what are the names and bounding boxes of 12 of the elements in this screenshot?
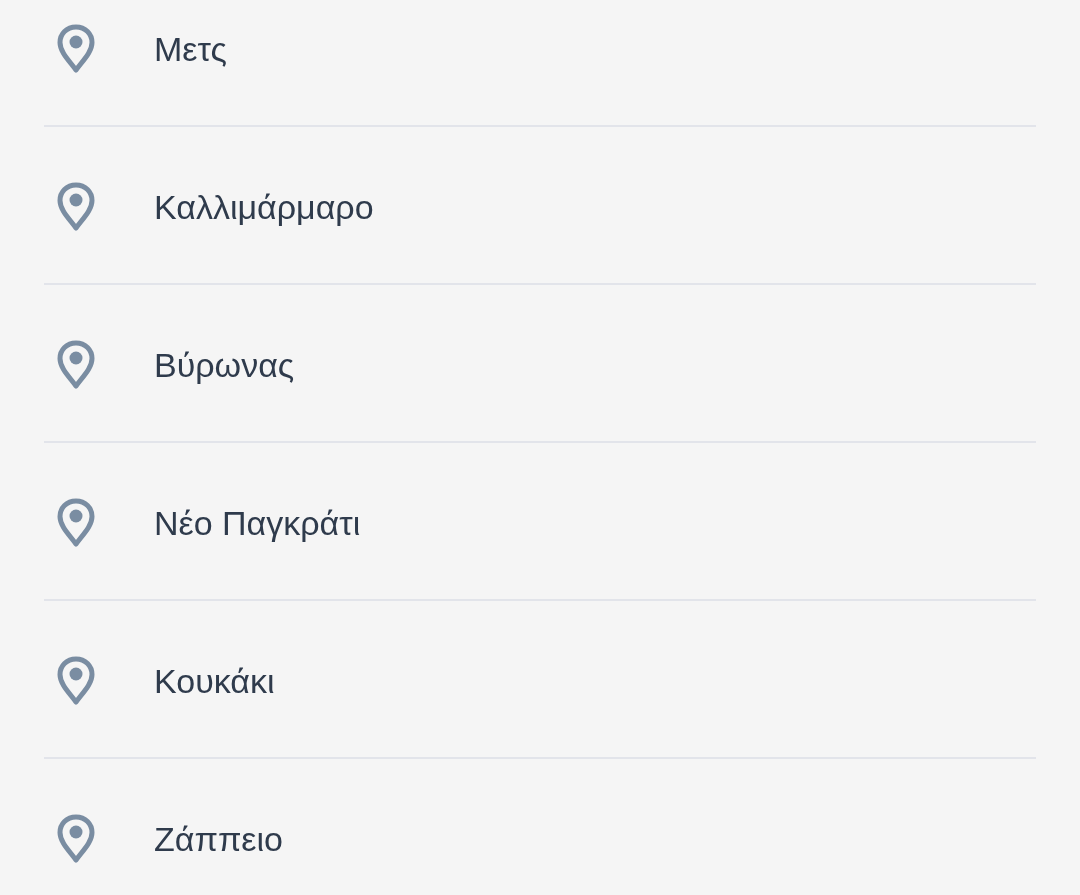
place-name[interactable]: Βύρωνας: [154, 345, 295, 385]
place-name[interactable]: Ζάππειο: [154, 819, 283, 859]
place-name[interactable]: Νέο Παγκράτι: [154, 503, 361, 543]
location-pin-icon: [56, 814, 96, 864]
location-pin-icon: [56, 656, 96, 706]
place-name[interactable]: Κουκάκι: [154, 661, 275, 701]
location-pin-icon: [56, 24, 96, 74]
location-pin-icon: [56, 498, 96, 548]
place-name[interactable]: Καλλιμάρμαρο: [154, 187, 374, 227]
place-name[interactable]: Μετς: [154, 29, 227, 69]
location-pin-icon: [56, 182, 96, 232]
location-pin-icon: [56, 340, 96, 390]
